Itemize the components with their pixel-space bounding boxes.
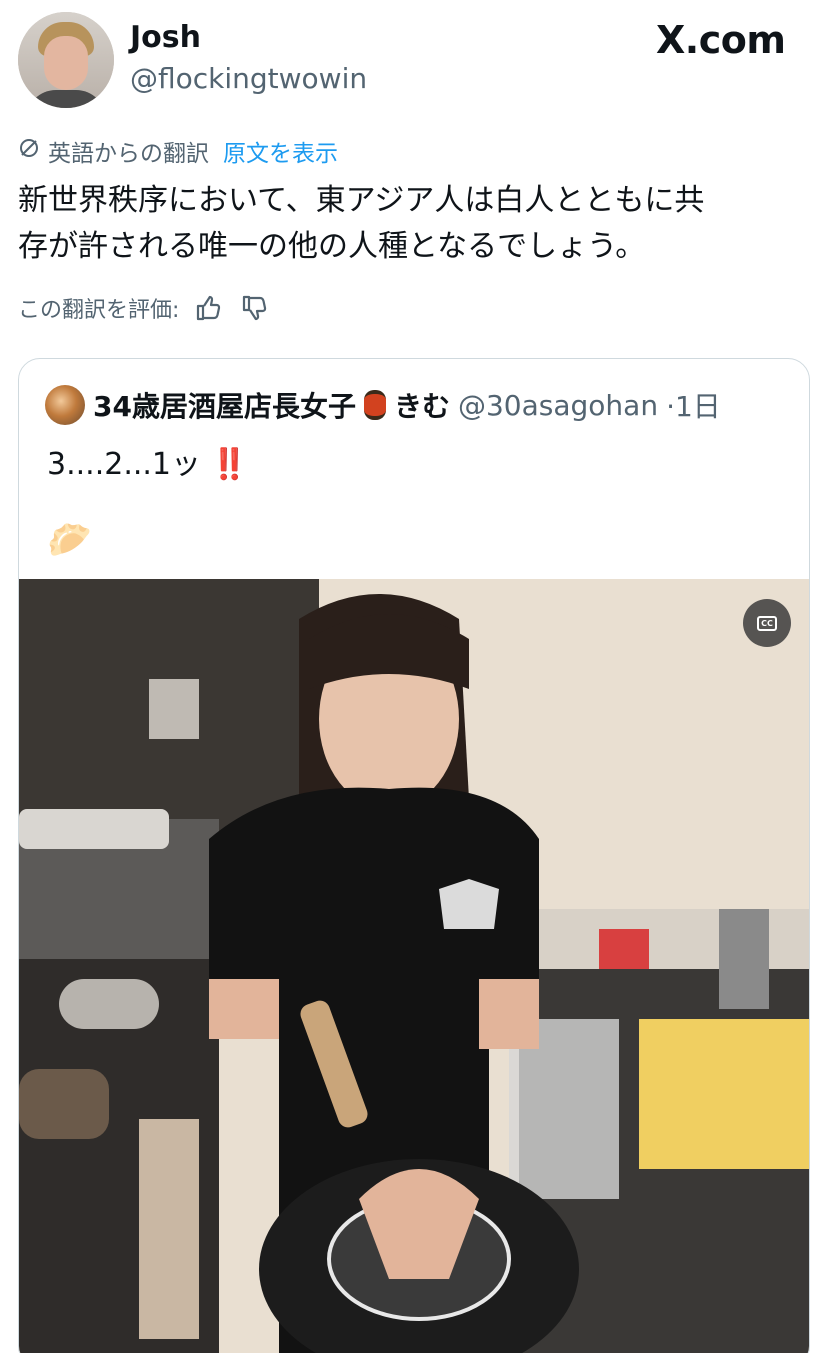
dumpling-emoji: 🥟 [47, 520, 92, 561]
quoted-handle[interactable]: @30asagohan [458, 389, 658, 422]
double-exclamation-emoji: ‼️ [210, 447, 248, 482]
tweet-text-line: 存が許される唯一の他の人種となるでしょう。 [18, 229, 646, 264]
tweet-text-line: 新世界秩序において、東アジア人は白人とともに共 [18, 183, 705, 218]
rate-translation-row: この翻訳を評価: [18, 292, 271, 324]
site-logo-text: X.com [656, 18, 786, 62]
lantern-emoji-icon [363, 390, 386, 420]
user-handle[interactable]: @flockingtwowin [130, 62, 367, 95]
thumbs-up-icon[interactable] [191, 293, 225, 323]
quoted-name-suffix[interactable]: きむ [394, 385, 450, 425]
display-name[interactable]: Josh [130, 20, 201, 55]
quoted-timestamp: ·1日 [666, 390, 721, 423]
quoted-avatar[interactable] [45, 385, 85, 425]
show-original-link[interactable]: 原文を表示 [223, 134, 338, 168]
quoted-post-header: 34歳居酒屋店長女子 きむ @30asagohan ·1日 [45, 385, 721, 425]
tweet-text: 新世界秩序において、東アジア人は白人とともに共 存が許される唯一の他の人種となる… [18, 178, 808, 270]
closed-captions-button[interactable]: CC [743, 599, 791, 647]
quoted-display-name[interactable]: 34歳居酒屋店長女子 [93, 385, 356, 425]
profile-avatar[interactable] [18, 12, 114, 108]
site-logo: X.com [656, 18, 786, 62]
quoted-post-card[interactable]: 34歳居酒屋店長女子 きむ @30asagohan ·1日 3....2...1… [18, 358, 810, 1353]
translation-label: 英語からの翻訳 [48, 141, 209, 167]
translate-globe-icon [18, 137, 40, 165]
quoted-text-content: 3....2...1ッ [47, 447, 202, 482]
rate-translation-label: この翻訳を評価: [18, 298, 180, 323]
video-frame [19, 579, 809, 1353]
closed-captions-icon: CC [757, 615, 777, 631]
translation-row: 英語からの翻訳 原文を表示 [18, 134, 338, 168]
video-player[interactable]: CC [19, 579, 809, 1353]
quoted-text: 3....2...1ッ ‼️ [47, 439, 248, 483]
thumbs-down-icon[interactable] [237, 293, 271, 323]
